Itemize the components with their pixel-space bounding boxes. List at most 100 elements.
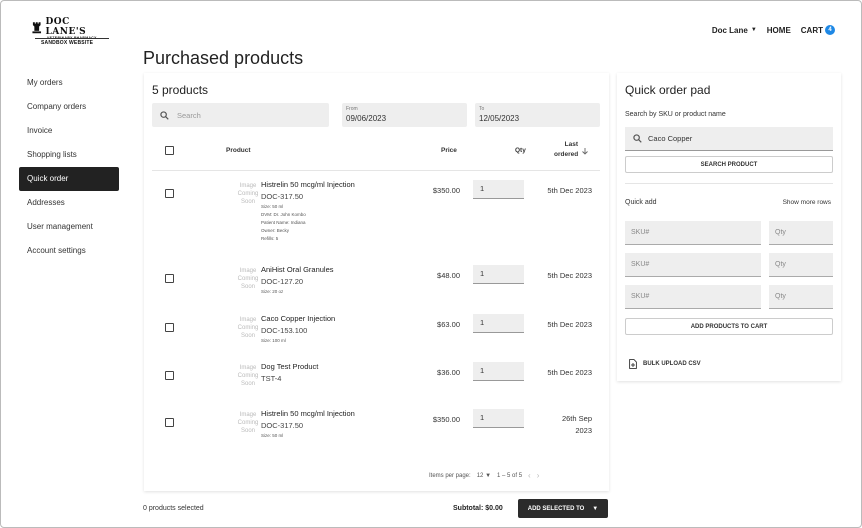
quantity-input[interactable]: 1 [473, 362, 524, 381]
caret-down-icon: ▼ [750, 27, 757, 33]
column-header-qty: Qty [515, 147, 526, 154]
top-navigation: Doc Lane ▼ HOME CART 4 [712, 25, 835, 35]
page-range: 1 – 5 of 5 [497, 472, 523, 479]
quick-add-label: Quick add [625, 199, 657, 206]
image-placeholder: Image Coming Soon [237, 412, 259, 434]
product-sku: DOC-153.100 [261, 326, 308, 335]
last-ordered-date: 26th Sep 2023 [561, 414, 592, 435]
sidebar-item-account-settings[interactable]: Account settings [19, 239, 119, 263]
product-details: Size: 50 ml DVM: Dr. John Kombo Patient … [261, 204, 306, 241]
product-price: $350.00 [432, 186, 460, 195]
table-row: Image Coming Soon Dog Test Product TST-4 $… [152, 361, 600, 405]
product-name[interactable]: AniHist Oral Granules [261, 265, 334, 274]
product-price: $350.00 [432, 415, 460, 424]
add-selected-to-button[interactable]: ADD SELECTED TO ▼ [518, 499, 608, 518]
sidebar: My orders Company orders Invoice Shoppin… [19, 71, 119, 263]
product-price: $63.00 [437, 320, 460, 329]
search-product-button[interactable]: SEARCH PRODUCT [625, 156, 833, 173]
previous-page-button[interactable]: ‹ [528, 471, 531, 480]
quantity-input[interactable]: 1 [473, 265, 524, 284]
table-row: Image Coming Soon AniHist Oral Granules DO… [152, 263, 600, 307]
product-price: $36.00 [437, 368, 460, 377]
from-date-field[interactable]: From 09/06/2023 [342, 103, 467, 127]
user-menu[interactable]: Doc Lane ▼ [712, 26, 757, 35]
search-icon [633, 134, 642, 143]
product-sku: DOC-317.50 [261, 421, 304, 430]
bulk-upload-csv-button[interactable]: BULK UPLOAD CSV [629, 359, 701, 369]
add-products-to-cart-button[interactable]: ADD PRODUCTS TO CART [625, 318, 833, 335]
quick-order-pad: Quick order pad Search by SKU or product… [617, 73, 841, 381]
show-more-rows-link[interactable]: Show more rows [783, 199, 831, 206]
product-name[interactable]: Dog Test Product [261, 362, 318, 371]
to-date-value: 12/05/2023 [479, 114, 520, 123]
sku-search-input[interactable]: Caco Copper [625, 127, 833, 151]
last-ordered-date: 5th Dec 2023 [547, 271, 592, 280]
product-name[interactable]: Histrelin 50 mcg/ml Injection [261, 180, 355, 189]
quantity-input[interactable]: 1 [473, 409, 524, 428]
brand-subtitle: SANDBOX WEBSITE [41, 40, 94, 46]
sidebar-item-addresses[interactable]: Addresses [19, 191, 119, 215]
product-name[interactable]: Caco Copper Injection [261, 314, 335, 323]
product-sku: DOC-317.50 [261, 192, 304, 201]
to-date-field[interactable]: To 12/05/2023 [475, 103, 600, 127]
row-checkbox[interactable] [165, 274, 174, 283]
sku-search-value: Caco Copper [648, 134, 693, 143]
purchased-products-card: 5 products Search From 09/06/2023 To 12/… [144, 73, 609, 491]
row-checkbox[interactable] [165, 323, 174, 332]
product-name[interactable]: Histrelin 50 mcg/ml Injection [261, 409, 355, 418]
qty-input[interactable]: Qty [769, 285, 833, 309]
header-divider [152, 170, 600, 171]
image-placeholder: Image Coming Soon [237, 365, 259, 387]
sku-input[interactable]: SKU# [625, 221, 761, 245]
qty-input[interactable]: Qty [769, 253, 833, 277]
row-checkbox[interactable] [165, 418, 174, 427]
cart-count-badge: 4 [825, 25, 835, 35]
product-details: Size: 20 oz [261, 289, 284, 294]
image-placeholder: Image Coming Soon [237, 268, 259, 290]
items-per-page-select[interactable]: 12 ▼ [477, 473, 491, 479]
sidebar-item-my-orders[interactable]: My orders [19, 71, 119, 95]
paginator: Items per page: 12 ▼ 1 – 5 of 5 ‹ › [429, 471, 539, 480]
sidebar-item-company-orders[interactable]: Company orders [19, 95, 119, 119]
home-link[interactable]: HOME [767, 26, 791, 35]
product-search-input[interactable]: Search [152, 103, 329, 127]
from-date-value: 09/06/2023 [346, 114, 387, 123]
sidebar-item-user-management[interactable]: User management [19, 215, 119, 239]
brand-logo[interactable]: DOC LANE'S VETERINARY PHARMACY SANDBOX W… [31, 17, 111, 49]
brand-name: DOC LANE'S [45, 17, 87, 37]
selected-count: 0 products selected [143, 505, 204, 512]
quantity-input[interactable]: 1 [473, 314, 524, 333]
logo-divider [35, 38, 109, 39]
row-checkbox[interactable] [165, 189, 174, 198]
row-checkbox[interactable] [165, 371, 174, 380]
column-header-price: Price [441, 147, 457, 154]
image-placeholder: Image Coming Soon [237, 183, 259, 205]
section-divider [625, 183, 833, 184]
search-icon [160, 110, 169, 120]
sidebar-item-quick-order[interactable]: Quick order [19, 167, 119, 191]
arrow-down-icon [582, 148, 588, 155]
column-header-last-ordered[interactable]: Last ordered [554, 140, 578, 160]
column-header-product: Product [226, 147, 251, 154]
last-ordered-date: 5th Dec 2023 [547, 368, 592, 377]
to-date-label: To [479, 106, 485, 112]
product-details: Size: 50 ml [261, 433, 284, 438]
product-sku: DOC-127.20 [261, 277, 304, 286]
sku-input[interactable]: SKU# [625, 253, 761, 277]
cart-link[interactable]: CART 4 [801, 25, 835, 35]
select-all-checkbox[interactable] [165, 146, 174, 155]
qty-input[interactable]: Qty [769, 221, 833, 245]
quantity-input[interactable]: 1 [473, 180, 524, 199]
caret-down-icon: ▼ [485, 472, 492, 479]
product-sku: TST-4 [261, 374, 282, 383]
from-date-label: From [346, 106, 358, 112]
table-row: Image Coming Soon Caco Copper Injection DO… [152, 312, 600, 356]
sku-input[interactable]: SKU# [625, 285, 761, 309]
quick-order-pad-title: Quick order pad [625, 83, 711, 97]
sidebar-item-invoice[interactable]: Invoice [19, 119, 119, 143]
product-details: Size: 100 ml [261, 338, 286, 343]
last-ordered-date: 5th Dec 2023 [547, 320, 592, 329]
search-placeholder: Search [177, 110, 201, 120]
sidebar-item-shopping-lists[interactable]: Shopping lists [19, 143, 119, 167]
next-page-button[interactable]: › [537, 471, 540, 480]
